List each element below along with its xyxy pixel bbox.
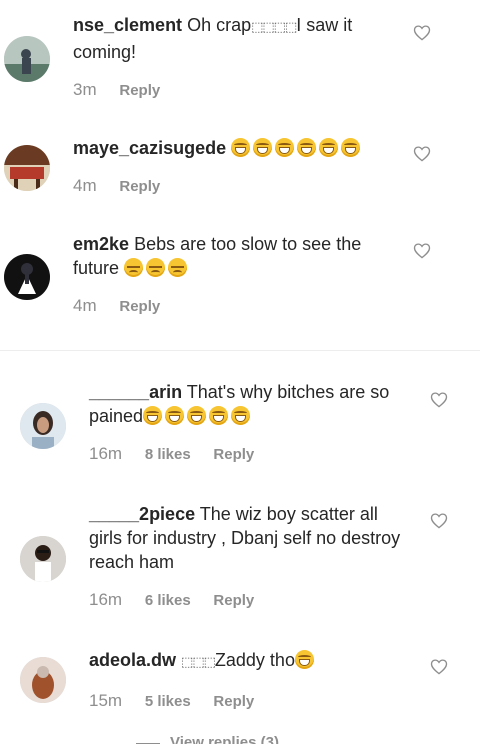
unamused-emoji-icon [146,258,166,277]
tears-of-joy-emoji-icon [165,406,185,425]
tears-of-joy-emoji-icon [294,650,314,669]
emoji-group [124,258,190,278]
comment-meta: 16m 6 likes Reply [89,590,409,610]
tears-of-joy-emoji-icon [253,138,273,157]
likes-count[interactable]: 8 likes [145,446,191,463]
avatar[interactable] [4,145,50,191]
heart-outline-icon[interactable] [413,145,431,162]
emoji-group [231,138,363,158]
timestamp: 15m [89,691,123,710]
avatar[interactable] [20,536,66,582]
unamused-emoji-icon [124,258,144,277]
tears-of-joy-emoji-icon [209,406,229,425]
timestamp: 16m [89,444,123,463]
comment-text: _____2piece The wiz boy scatter all girl… [89,502,409,574]
comment-text: em2ke Bebs are too slow to see the futur… [73,232,403,280]
view-replies-line [136,742,160,744]
unamused-emoji-icon [168,258,188,277]
comment-message: Oh crap [187,15,252,35]
heart-outline-icon[interactable] [430,658,448,675]
unrendered-emoji-glyphs: ⬚⬚⬚⬚ [251,20,297,35]
comment-body: _____2piece The wiz boy scatter all girl… [89,502,409,610]
comment-body: maye_cazisugede 4m Reply [73,136,403,196]
reply-button[interactable]: Reply [213,446,254,463]
timestamp: 4m [73,296,97,315]
tears-of-joy-emoji-icon [143,406,163,425]
tears-of-joy-emoji-icon [319,138,339,157]
tears-of-joy-emoji-icon [231,406,251,425]
view-replies-link[interactable]: View replies (3) [136,734,279,744]
comment-body: ______arin That's why bitches are so pai… [89,380,409,464]
comment-meta: 15m 5 likes Reply [89,691,409,711]
comment-message: Zaddy tho [214,650,295,670]
tears-of-joy-emoji-icon [275,138,295,157]
comment-meta: 16m 8 likes Reply [89,444,409,464]
likes-count[interactable]: 6 likes [145,592,191,609]
tears-of-joy-emoji-icon [231,138,251,157]
avatar[interactable] [4,36,50,82]
timestamp: 4m [73,176,97,195]
reply-button[interactable]: Reply [213,693,254,710]
username[interactable]: nse_clement [73,15,182,35]
heart-outline-icon[interactable] [413,24,431,41]
reply-button[interactable]: Reply [119,298,160,315]
comment-body: adeola.dw ⬚⬚⬚Zaddy tho 15m 5 likes Reply [89,648,409,711]
comment-body: em2ke Bebs are too slow to see the futur… [73,232,403,316]
comment-meta: 3m Reply [73,80,403,100]
comment-text: ______arin That's why bitches are so pai… [89,380,409,428]
reply-button[interactable]: Reply [119,82,160,99]
username[interactable]: em2ke [73,234,129,254]
username[interactable]: _____2piece [89,504,195,524]
avatar[interactable] [20,657,66,703]
reply-button[interactable]: Reply [119,178,160,195]
comment-text: adeola.dw ⬚⬚⬚Zaddy tho [89,648,409,675]
view-replies-label: View replies (3) [170,734,279,744]
tears-of-joy-emoji-icon [341,138,361,157]
tears-of-joy-emoji-icon [297,138,317,157]
comment-text: nse_clement Oh crap⬚⬚⬚⬚I saw it coming! [73,13,403,64]
divider [0,350,480,351]
username[interactable]: adeola.dw [89,650,176,670]
heart-outline-icon[interactable] [413,242,431,259]
reply-button[interactable]: Reply [213,592,254,609]
avatar[interactable] [4,254,50,300]
avatar[interactable] [20,403,66,449]
comment-body: nse_clement Oh crap⬚⬚⬚⬚I saw it coming! … [73,13,403,100]
timestamp: 3m [73,80,97,99]
unrendered-emoji-glyphs: ⬚⬚⬚ [181,655,216,670]
comment-text: maye_cazisugede [73,136,403,160]
heart-outline-icon[interactable] [430,391,448,408]
timestamp: 16m [89,590,123,609]
username[interactable]: ______arin [89,382,182,402]
comment-meta: 4m Reply [73,296,403,316]
username[interactable]: maye_cazisugede [73,138,226,158]
likes-count[interactable]: 5 likes [145,693,191,710]
tears-of-joy-emoji-icon [187,406,207,425]
heart-outline-icon[interactable] [430,512,448,529]
comment-meta: 4m Reply [73,176,403,196]
emoji-group [143,406,253,426]
